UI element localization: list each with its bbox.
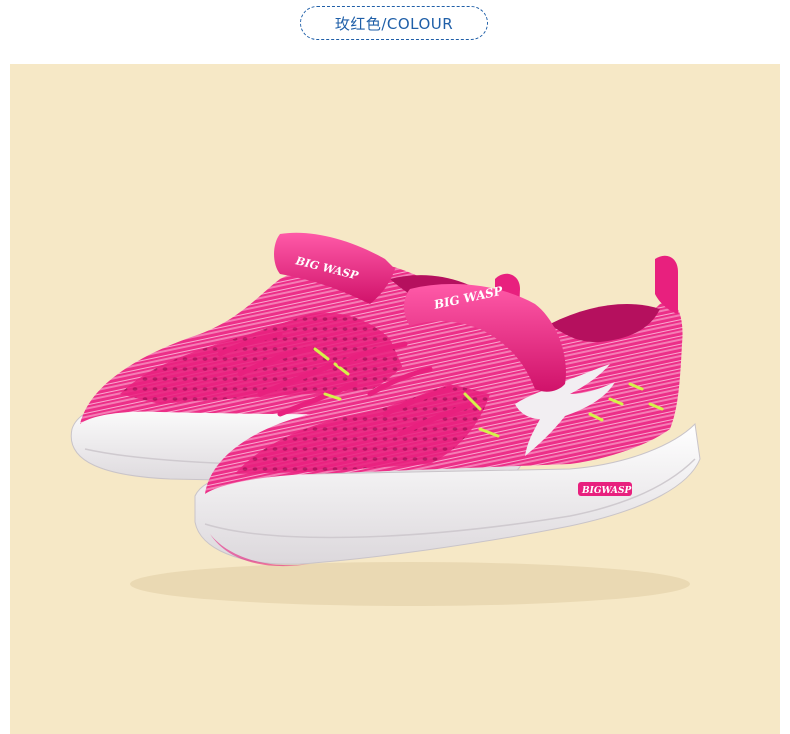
- front-shoe-heel-tab: [655, 255, 678, 314]
- colour-label: 玫红色/COLOUR: [334, 14, 454, 33]
- shoe-shadow: [130, 562, 690, 606]
- header: 玫红色/COLOUR: [0, 0, 790, 52]
- pink-sneakers-illustration: BIG WASP BIG WASP BIGWASP: [70, 232, 701, 606]
- product-photo: BIG WASP BIG WASP BIGWASP: [10, 64, 780, 734]
- colour-label-pill: 玫红色/COLOUR: [300, 6, 488, 40]
- sole-brand-text: BIGWASP: [581, 486, 632, 496]
